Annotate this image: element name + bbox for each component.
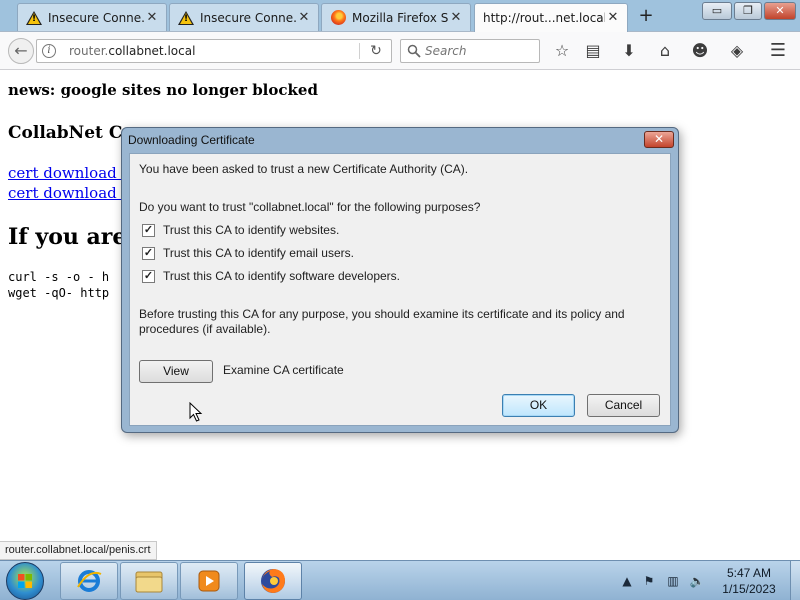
- status-bar-url: router.collabnet.local/penis.crt: [0, 541, 157, 560]
- volume-muted-icon[interactable]: 🔈: [689, 573, 705, 589]
- search-bar[interactable]: [400, 39, 540, 63]
- taskbar-firefox[interactable]: [244, 562, 302, 600]
- trust-software-option[interactable]: ✓ Trust this CA to identify software dev…: [142, 269, 400, 283]
- downloading-certificate-dialog: Downloading Certificate ✕ You have been …: [121, 127, 679, 433]
- show-hidden-icons-chevron-icon[interactable]: ▲: [619, 573, 635, 589]
- dialog-advice-line-2: procedures (if available).: [139, 322, 271, 336]
- warning-icon: [178, 10, 194, 26]
- firefox-icon: [330, 10, 346, 26]
- tab-title: Insecure Conne...: [200, 10, 296, 25]
- back-arrow-icon: ←: [14, 41, 28, 60]
- tab-close-icon[interactable]: ✕: [144, 10, 160, 26]
- taskbar-file-explorer[interactable]: [120, 562, 178, 600]
- trust-email-option[interactable]: ✓ Trust this CA to identify email users.: [142, 246, 354, 260]
- cancel-button[interactable]: Cancel: [587, 394, 660, 417]
- mouse-cursor-icon: [189, 402, 203, 422]
- tab-title: Insecure Conne...: [48, 10, 144, 25]
- trust-websites-checkbox[interactable]: ✓: [142, 223, 155, 237]
- file-explorer-icon: [135, 571, 163, 593]
- trust-websites-option[interactable]: ✓ Trust this CA to identify websites.: [142, 223, 339, 237]
- trust-email-checkbox[interactable]: ✓: [142, 246, 155, 260]
- search-icon: [407, 44, 421, 58]
- reading-list-icon[interactable]: ▤: [583, 41, 603, 61]
- windows-logo-icon: [18, 574, 32, 588]
- tab-title: http://rout...net.local/: [483, 11, 605, 25]
- back-button[interactable]: ←: [8, 38, 34, 64]
- search-input[interactable]: [425, 40, 535, 62]
- show-desktop-button[interactable]: [790, 561, 800, 600]
- taskbar-internet-explorer[interactable]: [60, 562, 118, 600]
- dialog-question-text: Do you want to trust "collabnet.local" f…: [139, 200, 481, 214]
- download-icon[interactable]: ⬇: [619, 41, 639, 61]
- new-tab-button[interactable]: +: [636, 6, 656, 26]
- tab-insecure-connection-2[interactable]: Insecure Conne... ✕: [169, 3, 319, 31]
- firefox-icon: [261, 569, 285, 593]
- tab-title: Mozilla Firefox S...: [352, 10, 448, 25]
- window-close-button[interactable]: ✕: [764, 2, 796, 20]
- checkmark-icon: ✓: [143, 223, 154, 236]
- tab-close-icon[interactable]: ✕: [448, 10, 464, 26]
- checkmark-icon: ✓: [143, 269, 154, 282]
- checkmark-icon: ✓: [143, 246, 154, 259]
- url-separator: [359, 43, 360, 59]
- code-line-wget: wget -qO- http: [8, 286, 110, 300]
- examine-ca-label: Examine CA certificate: [223, 363, 344, 377]
- warning-icon: [26, 10, 42, 26]
- menu-hamburger-icon[interactable]: ☰: [768, 41, 788, 61]
- tab-insecure-connection-1[interactable]: Insecure Conne... ✕: [17, 3, 167, 31]
- action-center-flag-icon[interactable]: ⚑: [641, 573, 657, 589]
- pocket-icon[interactable]: ◈: [727, 41, 747, 61]
- news-line: news: google sites no longer blocked: [8, 81, 318, 99]
- windows-taskbar: ▲ ⚑ ▥ 🔈 5:47 AM 1/15/2023: [0, 560, 800, 600]
- dialog-intro-text: You have been asked to trust a new Certi…: [139, 162, 469, 176]
- dialog-body: You have been asked to trust a new Certi…: [129, 153, 671, 426]
- trust-software-label: Trust this CA to identify software devel…: [163, 269, 400, 283]
- tab-strip: Insecure Conne... ✕ Insecure Conne... ✕ …: [0, 0, 800, 32]
- media-player-icon: [198, 570, 220, 592]
- internet-explorer-icon: [77, 570, 102, 592]
- desktop-screen: Insecure Conne... ✕ Insecure Conne... ✕ …: [0, 0, 800, 600]
- code-line-curl: curl -s -o - h: [8, 270, 110, 284]
- clock-date: 1/15/2023: [722, 582, 776, 596]
- tab-mozilla-firefox[interactable]: Mozilla Firefox S... ✕: [321, 3, 471, 31]
- navigation-toolbar: ← i router.collabnet.local ↻ ☆ ▤ ⬇ ⌂ ☻ ◈…: [0, 32, 800, 70]
- minimize-button[interactable]: ▭: [702, 2, 732, 20]
- reload-icon[interactable]: ↻: [367, 42, 385, 60]
- ok-button[interactable]: OK: [502, 394, 575, 417]
- tab-router-page[interactable]: http://rout...net.local/ ✕: [474, 3, 628, 32]
- dialog-title: Downloading Certificate: [128, 133, 255, 147]
- smiley-feedback-icon[interactable]: ☻: [690, 41, 710, 61]
- tab-close-icon[interactable]: ✕: [296, 10, 312, 26]
- taskbar-clock[interactable]: 5:47 AM 1/15/2023: [712, 565, 786, 597]
- clock-time: 5:47 AM: [726, 566, 772, 580]
- dialog-advice-line-1: Before trusting this CA for any purpose,…: [139, 307, 625, 321]
- network-icon[interactable]: ▥: [665, 573, 681, 589]
- url-bar[interactable]: i router.collabnet.local ↻: [36, 39, 392, 63]
- info-icon[interactable]: i: [42, 44, 56, 58]
- trust-software-checkbox[interactable]: ✓: [142, 269, 155, 283]
- trust-email-label: Trust this CA to identify email users.: [163, 246, 354, 260]
- view-certificate-button[interactable]: View: [139, 360, 213, 383]
- restore-button[interactable]: ❐: [734, 2, 762, 20]
- url-text[interactable]: router.collabnet.local: [69, 44, 195, 58]
- dialog-close-button[interactable]: ✕: [644, 131, 674, 148]
- start-button[interactable]: [6, 562, 44, 600]
- home-icon[interactable]: ⌂: [655, 41, 675, 61]
- bookmark-star-icon[interactable]: ☆: [552, 41, 572, 61]
- taskbar-media-player[interactable]: [180, 562, 238, 600]
- tab-close-icon[interactable]: ✕: [605, 10, 621, 26]
- trust-websites-label: Trust this CA to identify websites.: [163, 223, 340, 237]
